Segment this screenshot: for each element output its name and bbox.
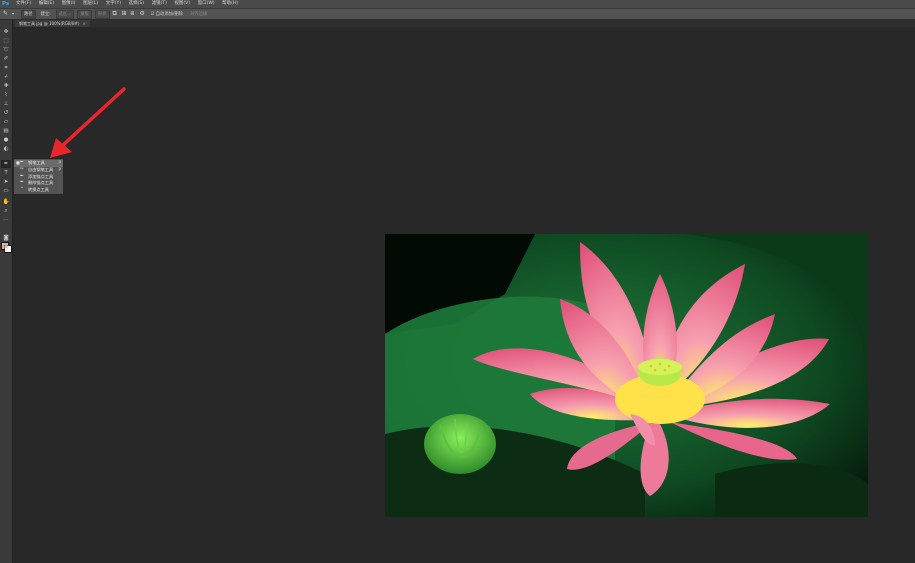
type-tool-icon[interactable]: T [1,169,11,177]
document-tab[interactable]: 钢笔工具.jpg @ 100%(RGB/8#) × [15,20,90,27]
align-edges-label: 对齐边缘 [189,11,208,17]
make-shape-button[interactable]: 形状 [94,9,110,19]
menu-layer[interactable]: 图层(L) [79,0,102,8]
lotus-photo [385,234,868,517]
rectangle-tool-icon[interactable]: ▭ [1,187,11,195]
menu-view[interactable]: 视图(V) [171,0,194,8]
canvas-image-lotus[interactable] [385,234,868,517]
make-selection-button[interactable]: 选区... [55,9,75,19]
flyout-item-pen-tool[interactable]: ■ ✒ 钢笔工具 P [14,160,63,167]
path-alignment-icon[interactable]: ⊞ [122,11,128,17]
auto-add-delete-checkbox[interactable]: ☑ 自动添加/删除 [149,11,185,18]
menu-file[interactable]: 文件(F) [12,0,35,8]
quick-selection-tool-icon[interactable]: ✐ [1,55,11,63]
menu-edit[interactable]: 编辑(E) [35,0,58,8]
close-icon[interactable]: × [82,21,85,26]
more-tools-icon[interactable]: ⋯ [1,216,11,224]
gear-icon[interactable]: ⚙ [140,11,146,17]
eraser-tool-icon[interactable]: ▱ [1,118,11,126]
lasso-tool-icon[interactable]: ➰ [1,46,11,54]
menu-type[interactable]: 文字(Y) [102,0,125,8]
photoshop-logo-icon: Ps [2,1,10,7]
chevron-down-icon[interactable]: ▾ [12,11,18,17]
tools-panel: ✥ ⬚ ➰ ✐ ⌗ ⌿ ✚ ⌇ ⊥ ↺ ▱ ▤ ● ◐ ✒ T ➤ ▭ ✋ ⌕ … [0,20,13,563]
make-label: 建立: [40,11,51,17]
healing-brush-tool-icon[interactable]: ✚ [1,82,11,90]
flyout-item-label: 转换点工具 [28,186,49,192]
make-mask-button[interactable]: 蒙版 [77,9,92,19]
history-brush-tool-icon[interactable]: ↺ [1,109,11,117]
document-tab-title: 钢笔工具.jpg @ 100%(RGB/8#) [19,21,80,26]
path-selection-tool-icon[interactable]: ➤ [1,178,11,186]
hand-tool-icon[interactable]: ✋ [1,198,11,206]
options-bar: ✎ ▾ 路径 建立: 选区... 蒙版 形状 ⧉ ⊞ ⧈ ⚙ ☑ 自动添加/删除… [0,8,915,20]
path-operations-icon[interactable]: ⧉ [113,11,119,17]
pen-tool-preset-icon[interactable]: ✎ [3,11,9,17]
flyout-item-label: 钢笔工具 [28,160,45,165]
pen-tool-flyout-menu: ■ ✒ 钢笔工具 P ✑ 自由钢笔工具 P ✒ 添加锚点工具 ✒ 删除锚点工具 … [13,158,64,195]
convert-point-icon: ⌃ [20,186,24,192]
marquee-tool-icon[interactable]: ⬚ [1,37,11,45]
menu-filter[interactable]: 滤镜(T) [148,0,171,8]
path-arrangement-icon[interactable]: ⧈ [131,11,137,17]
screen-mode-icon[interactable]: ▣ [1,243,11,251]
menu-select[interactable]: 选择(S) [125,0,148,8]
move-tool-icon[interactable]: ✥ [1,28,11,36]
flyout-item-shortcut: P [58,160,61,165]
align-edges-checkbox[interactable]: 对齐边缘 [188,11,209,18]
brush-tool-icon[interactable]: ⌇ [1,91,11,99]
quick-mask-icon[interactable]: ◙ [1,234,11,242]
pen-tool-icon[interactable]: ✒ [1,160,11,168]
document-tab-bar: 钢笔工具.jpg @ 100%(RGB/8#) × [13,20,915,27]
menu-window[interactable]: 窗口(W) [194,0,219,8]
dodge-tool-icon[interactable]: ◐ [1,145,11,153]
menu-image[interactable]: 图像(I) [58,0,79,8]
clone-stamp-tool-icon[interactable]: ⊥ [1,100,11,108]
pen-icon: ✒ [20,160,24,165]
gradient-tool-icon[interactable]: ▤ [1,127,11,135]
menu-help[interactable]: 帮助(H) [218,0,242,8]
auto-add-delete-label: 自动添加/删除 [155,11,183,17]
blur-tool-icon[interactable]: ● [1,136,11,144]
crop-tool-icon[interactable]: ⌗ [1,64,11,72]
menu-bar: Ps 文件(F) 编辑(E) 图像(I) 图层(L) 文字(Y) 选择(S) 滤… [0,0,915,8]
eyedropper-tool-icon[interactable]: ⌿ [1,73,11,81]
zoom-tool-icon[interactable]: ⌕ [1,207,11,215]
flyout-item-convert-point-tool[interactable]: ⌃ 转换点工具 [14,187,63,194]
path-mode-dropdown[interactable]: 路径 [21,9,36,19]
